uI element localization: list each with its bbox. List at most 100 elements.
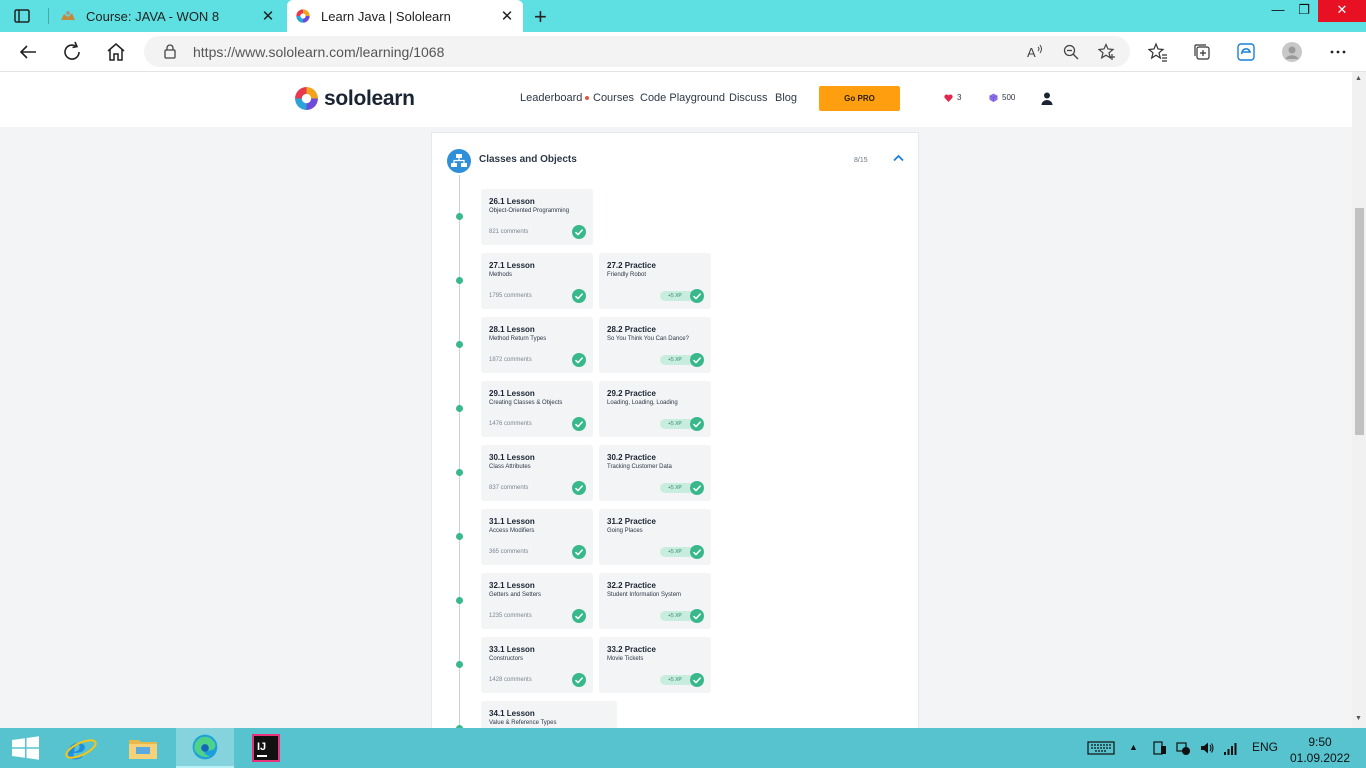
- practice-card[interactable]: 31.2 Practice Going Places +5 XP: [599, 509, 711, 565]
- scroll-down-arrow-icon[interactable]: ▼: [1355, 715, 1362, 722]
- lesson-card[interactable]: 30.1 Lesson Class Attributes 837 comments: [481, 445, 593, 501]
- lesson-card[interactable]: 31.1 Lesson Access Modifiers 365 comments: [481, 509, 593, 565]
- new-tab-icon[interactable]: +: [534, 4, 547, 30]
- scrollbar-thumb[interactable]: [1355, 208, 1364, 435]
- bits-count: 500: [1002, 93, 1016, 102]
- practice-title: 32.2 Practice: [607, 581, 656, 590]
- lesson-subtitle: Creating Classes & Objects: [489, 400, 563, 406]
- practice-card[interactable]: 33.2 Practice Movie Tickets +5 XP: [599, 637, 711, 693]
- nav-blog[interactable]: Blog: [775, 92, 797, 104]
- collections-icon[interactable]: [1192, 42, 1212, 62]
- practice-card[interactable]: 27.2 Practice Friendly Robot +5 XP: [599, 253, 711, 309]
- sololearn-logo[interactable]: sololearn: [294, 86, 415, 111]
- lock-icon[interactable]: [162, 43, 178, 59]
- input-language[interactable]: ENG: [1252, 740, 1278, 754]
- lesson-subtitle: Class Attributes: [489, 464, 531, 470]
- lesson-title: 29.1 Lesson: [489, 389, 535, 398]
- edge-bar-icon[interactable]: [1236, 42, 1256, 62]
- signal-strength-icon[interactable]: [1223, 740, 1239, 756]
- comments-count[interactable]: 1476 comments: [489, 421, 532, 427]
- system-clock[interactable]: 9:50 01.09.2022: [1284, 734, 1356, 766]
- intellij-idea-icon[interactable]: IJ: [238, 728, 296, 768]
- devices-icon[interactable]: [1151, 740, 1167, 756]
- lesson-subtitle: Methods: [489, 272, 513, 278]
- page-scrollbar[interactable]: ▲ ▼: [1352, 72, 1366, 728]
- practice-card[interactable]: 28.2 Practice So You Think You Can Dance?…: [599, 317, 711, 373]
- completed-check-icon: [690, 545, 704, 559]
- lesson-title: 31.1 Lesson: [489, 517, 535, 526]
- module-card: Classes and Objects 8/15 26.1 Lesson Obje…: [431, 132, 919, 728]
- address-bar[interactable]: https://www.sololearn.com/learning/1068 …: [144, 36, 1130, 67]
- lesson-card[interactable]: 28.1 Lesson Method Return Types 1872 comme…: [481, 317, 593, 373]
- internet-explorer-icon[interactable]: e: [52, 728, 110, 768]
- completed-check-icon: [690, 353, 704, 367]
- timeline-dot: [456, 661, 463, 668]
- tab-close-icon[interactable]: ✕: [497, 7, 517, 25]
- svg-text:IJ: IJ: [257, 741, 266, 753]
- home-icon[interactable]: [104, 40, 128, 64]
- nav-label: Leaderboard: [520, 92, 583, 104]
- practice-title: 30.2 Practice: [607, 453, 656, 462]
- add-favorite-icon[interactable]: [1098, 43, 1116, 61]
- practice-title: 29.2 Practice: [607, 389, 656, 398]
- show-hidden-icons-icon[interactable]: ▲: [1129, 742, 1138, 752]
- tab-title: Course: JAVA - WON 8: [86, 8, 220, 24]
- file-explorer-icon[interactable]: [114, 728, 172, 768]
- logo-wordmark: sololearn: [324, 86, 415, 110]
- lesson-card[interactable]: 32.1 Lesson Getters and Setters 1235 comme…: [481, 573, 593, 629]
- lesson-card[interactable]: 27.1 Lesson Methods 1795 comments: [481, 253, 593, 309]
- lesson-card[interactable]: 33.1 Lesson Constructors 1428 comments: [481, 637, 593, 693]
- practice-card[interactable]: 30.2 Practice Tracking Customer Data +5 XP: [599, 445, 711, 501]
- comments-count[interactable]: 1872 comments: [489, 357, 532, 363]
- go-pro-button[interactable]: Go PRO: [819, 86, 900, 111]
- more-options-icon[interactable]: [1328, 42, 1348, 62]
- edge-browser-icon[interactable]: [176, 728, 234, 768]
- lesson-card[interactable]: 34.1 Lesson Value & Reference Types: [481, 701, 617, 728]
- user-profile-icon[interactable]: [1041, 92, 1053, 105]
- practice-card[interactable]: 29.2 Practice Loading, Loading, Loading +5…: [599, 381, 711, 437]
- favorites-icon[interactable]: [1148, 42, 1168, 62]
- nav-code-playground[interactable]: Code Playground: [640, 92, 725, 104]
- comments-count[interactable]: 1428 comments: [489, 677, 532, 683]
- tab-learn-java[interactable]: Learn Java | Sololearn ✕: [287, 0, 523, 32]
- zoom-out-icon[interactable]: [1062, 43, 1080, 61]
- clock-date: 01.09.2022: [1289, 751, 1351, 765]
- nav-discuss[interactable]: Discuss: [729, 92, 768, 104]
- completed-check-icon: [572, 609, 586, 623]
- tab-close-icon[interactable]: ✕: [258, 7, 278, 25]
- lesson-title: 27.1 Lesson: [489, 261, 535, 270]
- touch-keyboard-icon[interactable]: [1087, 740, 1115, 756]
- nav-leaderboard[interactable]: Leaderboard: [520, 92, 590, 104]
- close-window-button[interactable]: ✕: [1318, 0, 1366, 22]
- comments-count[interactable]: 821 comments: [489, 229, 528, 235]
- minimize-window-button[interactable]: —: [1266, 0, 1290, 22]
- chevron-up-icon[interactable]: [893, 154, 904, 162]
- lesson-card[interactable]: 29.1 Lesson Creating Classes & Objects 147…: [481, 381, 593, 437]
- profile-avatar-icon[interactable]: [1282, 42, 1302, 62]
- completed-check-icon: [572, 289, 586, 303]
- back-icon[interactable]: [16, 40, 40, 64]
- comments-count[interactable]: 1235 comments: [489, 613, 532, 619]
- lesson-title: 26.1 Lesson: [489, 197, 535, 206]
- comments-count[interactable]: 1795 comments: [489, 293, 532, 299]
- scroll-up-arrow-icon[interactable]: ▲: [1355, 75, 1362, 82]
- tab-course-java[interactable]: Course: JAVA - WON 8 ✕: [52, 0, 284, 32]
- hearts-counter[interactable]: 3: [944, 93, 961, 102]
- nav-courses[interactable]: Courses: [593, 92, 634, 104]
- bits-counter[interactable]: 500: [989, 93, 1015, 102]
- network-icon[interactable]: [1175, 740, 1191, 756]
- read-aloud-icon[interactable]: A: [1026, 43, 1044, 61]
- refresh-icon[interactable]: [60, 40, 84, 64]
- start-button-icon[interactable]: [0, 728, 58, 768]
- restore-window-button[interactable]: ❐: [1292, 0, 1316, 22]
- sololearn-logo-icon: [295, 87, 318, 110]
- lesson-title: 34.1 Lesson: [489, 709, 535, 718]
- volume-icon[interactable]: [1199, 740, 1215, 756]
- lesson-card[interactable]: 26.1 Lesson Object-Oriented Programming 82…: [481, 189, 593, 245]
- completed-check-icon: [572, 673, 586, 687]
- practice-card[interactable]: 32.2 Practice Student Information System +…: [599, 573, 711, 629]
- practice-subtitle: Loading, Loading, Loading: [607, 400, 678, 406]
- tab-actions-icon[interactable]: [12, 7, 32, 25]
- comments-count[interactable]: 837 comments: [489, 485, 528, 491]
- comments-count[interactable]: 365 comments: [489, 549, 528, 555]
